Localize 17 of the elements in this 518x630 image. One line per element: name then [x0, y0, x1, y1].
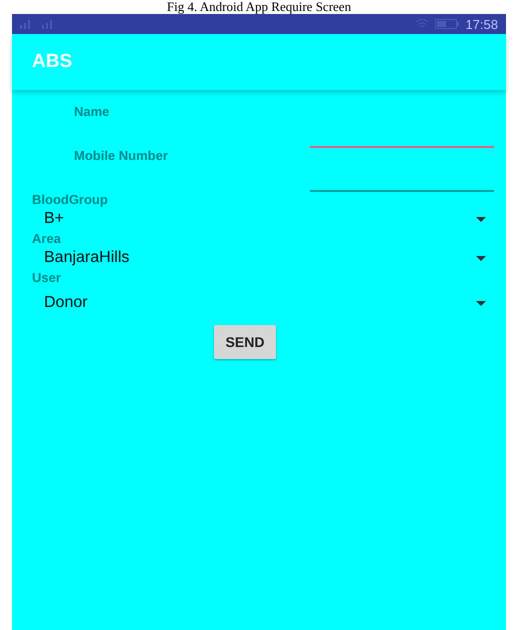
dropdown[interactable]: BanjaraHills — [32, 246, 494, 270]
field-label: Name — [74, 104, 110, 119]
caret-icon — [476, 300, 486, 306]
battery-icon — [435, 19, 460, 29]
caret-icon — [476, 256, 486, 260]
dropdown-label: BloodGroup — [32, 192, 109, 207]
field-label: Mobile Number — [74, 148, 168, 163]
app-title: ABS — [32, 51, 72, 73]
dropdown[interactable]: Donor — [32, 291, 494, 315]
figure-caption: Fig 4. Android App Require Screen — [166, 0, 352, 14]
send-button[interactable]: SEND — [214, 325, 276, 359]
dropdown-label: Area — [32, 231, 62, 246]
caret-icon — [476, 216, 486, 222]
clock-time: 17:58 — [465, 16, 498, 32]
wifi-icon — [415, 19, 430, 29]
dropdown-label: User — [32, 270, 62, 285]
dropdown[interactable]: B+ — [32, 207, 494, 231]
